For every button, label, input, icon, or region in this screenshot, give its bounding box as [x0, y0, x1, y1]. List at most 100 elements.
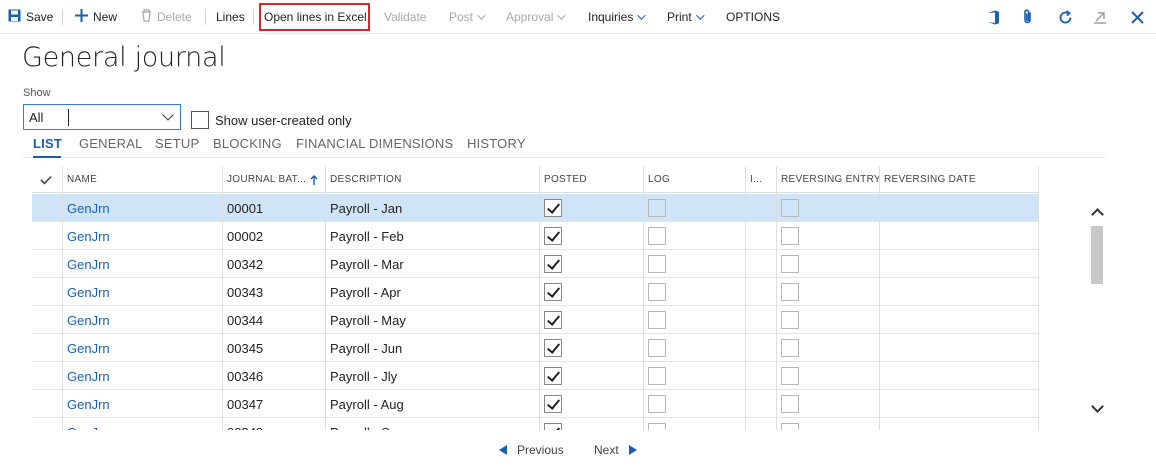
journal-grid: NAME JOURNAL BAT... DESCRIPTION POSTED L… [32, 166, 1039, 430]
name-cell[interactable]: GenJrn [62, 306, 110, 334]
table-row[interactable]: GenJrn 00345 Payroll - Jun [32, 334, 1038, 362]
user-created-checkbox[interactable] [191, 111, 209, 129]
name-cell[interactable]: GenJrn [62, 250, 110, 278]
grid-scrollbar[interactable] [1088, 200, 1107, 422]
print-menu[interactable]: Print [667, 0, 705, 34]
journal-batch-cell[interactable]: 00002 [222, 222, 263, 250]
table-row[interactable]: GenJrn 00002 Payroll - Feb [32, 222, 1038, 250]
column-header-reversing-date[interactable]: REVERSING DATE [879, 166, 976, 193]
journal-batch-cell[interactable]: 00344 [222, 306, 263, 334]
table-row[interactable]: GenJrn 00346 Payroll - Jly [32, 362, 1038, 390]
office-icon[interactable] [984, 8, 1002, 26]
reversing-entry-checkbox [781, 227, 799, 245]
approval-menu[interactable]: Approval [506, 0, 567, 34]
journal-batch-cell[interactable]: 00346 [222, 362, 263, 390]
scrollbar-thumb[interactable] [1091, 226, 1103, 284]
journal-batch-cell[interactable]: 00001 [222, 194, 263, 222]
posted-checkbox [544, 367, 562, 385]
name-cell[interactable]: GenJrn [62, 278, 110, 306]
inquiries-menu[interactable]: Inquiries [588, 0, 647, 34]
column-divider [325, 166, 326, 430]
previous-page-button[interactable]: Previous [499, 443, 564, 457]
name-cell[interactable]: GenJrn [62, 194, 110, 222]
name-cell[interactable]: GenJrn [62, 222, 110, 250]
description-cell[interactable]: Payroll - Jly [325, 362, 397, 390]
lines-button[interactable]: Lines [216, 0, 245, 34]
select-all-checkmark-icon[interactable] [32, 166, 62, 193]
journal-batch-cell[interactable]: 00348 [222, 418, 263, 431]
grid-header: NAME JOURNAL BAT... DESCRIPTION POSTED L… [32, 166, 1039, 193]
column-divider [539, 166, 540, 430]
scroll-up-icon[interactable] [1091, 208, 1104, 221]
tab-blocking[interactable]: BLOCKING [213, 136, 282, 151]
description-cell[interactable]: Payroll - Apr [325, 278, 401, 306]
reversing-entry-checkbox [781, 339, 799, 357]
journal-batch-cell[interactable]: 00342 [222, 250, 263, 278]
options-menu[interactable]: OPTIONS [726, 0, 780, 34]
close-icon[interactable] [1128, 8, 1146, 26]
column-header-reversing-entry[interactable]: REVERSING ENTRY [776, 166, 881, 193]
description-cell[interactable]: Payroll - Jun [325, 334, 402, 362]
reversing-entry-checkbox [781, 395, 799, 413]
description-cell[interactable]: Payroll - Mar [325, 250, 404, 278]
validate-button[interactable]: Validate [384, 0, 426, 34]
save-button[interactable]: Save [8, 0, 53, 34]
next-page-button[interactable]: Next [594, 443, 637, 457]
table-row[interactable]: GenJrn 00342 Payroll - Mar [32, 250, 1038, 278]
separator [205, 9, 206, 25]
scroll-down-icon[interactable] [1091, 400, 1104, 413]
column-header-name[interactable]: NAME [62, 166, 97, 193]
journal-batch-cell[interactable]: 00345 [222, 334, 263, 362]
column-divider [776, 166, 777, 430]
tab-history[interactable]: HISTORY [467, 136, 526, 151]
new-button[interactable]: New [75, 0, 117, 34]
name-cell[interactable]: GenJrn [62, 390, 110, 418]
description-cell[interactable]: Payroll - Jan [325, 194, 402, 222]
column-header-log[interactable]: LOG [643, 166, 670, 193]
reversing-entry-checkbox [781, 423, 799, 430]
name-cell[interactable]: GenJrn [62, 334, 110, 362]
column-header-description[interactable]: DESCRIPTION [325, 166, 402, 193]
plus-icon [75, 9, 88, 25]
table-row[interactable]: GenJrn 00001 Payroll - Jan [32, 194, 1038, 222]
show-dropdown-value: All [29, 110, 44, 125]
column-divider [745, 166, 746, 430]
show-label: Show [23, 87, 51, 99]
description-cell[interactable]: Payroll - Aug [325, 390, 404, 418]
tab-general[interactable]: GENERAL [79, 136, 143, 151]
refresh-icon[interactable] [1056, 8, 1074, 26]
highlight-box [259, 3, 370, 31]
separator [253, 9, 254, 25]
tab-list[interactable]: LIST [33, 136, 62, 151]
description-cell[interactable]: Payroll - Feb [325, 222, 404, 250]
table-row[interactable]: GenJrn 00343 Payroll - Apr [32, 278, 1038, 306]
column-divider [643, 166, 644, 430]
column-header-posted[interactable]: POSTED [539, 166, 587, 193]
attachment-icon[interactable] [1019, 8, 1037, 26]
tab-setup[interactable]: SETUP [155, 136, 199, 151]
posted-checkbox [544, 339, 562, 357]
column-header-i[interactable]: I... [745, 166, 762, 193]
name-cell[interactable]: GenJrn [62, 362, 110, 390]
reversing-entry-checkbox [781, 255, 799, 273]
description-cell[interactable]: Payroll - May [325, 306, 406, 334]
chevron-down-icon [557, 11, 567, 20]
column-header-journal-batch[interactable]: JOURNAL BAT... [222, 166, 318, 193]
name-cell[interactable]: GenJrn [62, 418, 110, 431]
popout-icon[interactable] [1091, 8, 1109, 26]
table-row[interactable]: GenJrn 00347 Payroll - Aug [32, 390, 1038, 418]
posted-checkbox [544, 255, 562, 273]
table-row[interactable]: GenJrn 00344 Payroll - May [32, 306, 1038, 334]
journal-batch-cell[interactable]: 00347 [222, 390, 263, 418]
reversing-entry-checkbox [781, 367, 799, 385]
description-cell[interactable]: Payroll - Sep [325, 418, 404, 431]
delete-button[interactable]: Delete [141, 0, 192, 34]
chevron-down-icon [637, 11, 647, 20]
posted-checkbox [544, 423, 562, 430]
log-checkbox [648, 199, 666, 217]
journal-batch-cell[interactable]: 00343 [222, 278, 263, 306]
show-dropdown[interactable]: All [23, 104, 181, 130]
post-menu[interactable]: Post [449, 0, 486, 34]
tab-financial-dimensions[interactable]: FINANCIAL DIMENSIONS [296, 136, 453, 151]
table-row[interactable]: GenJrn 00348 Payroll - Sep [32, 418, 1038, 430]
